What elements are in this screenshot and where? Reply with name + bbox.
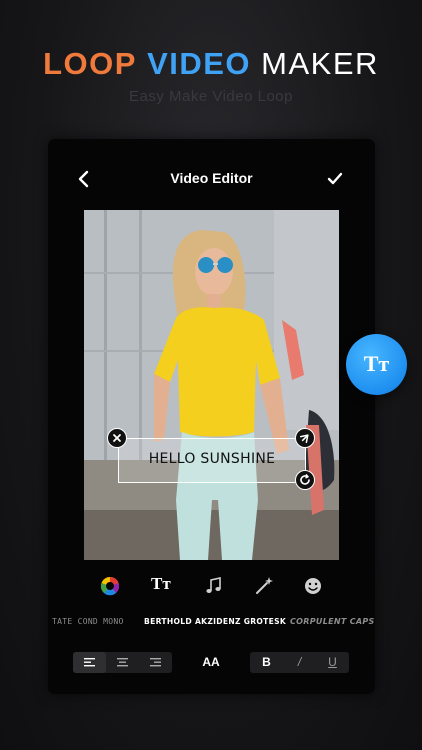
emoji-icon (305, 578, 321, 594)
headline-video: VIDEO (147, 46, 252, 81)
align-center-icon (117, 658, 128, 667)
tool-text[interactable]: Tт (151, 574, 175, 596)
italic-button[interactable]: / (283, 655, 316, 669)
delete-text-handle[interactable] (107, 428, 127, 448)
font-option-selected[interactable]: BERTHOLD AKZIDENZ GROTESK (144, 617, 286, 626)
rotate-text-handle[interactable] (295, 428, 315, 448)
overlay-text: HELLO SUNSHINE (148, 451, 276, 467)
text-overlay-box[interactable]: HELLO SUNSHINE (118, 438, 306, 483)
close-icon (113, 434, 121, 442)
text-tool-fab[interactable]: Tт (346, 334, 407, 395)
music-note-icon (206, 577, 221, 593)
preview-scene (84, 210, 339, 560)
editor-topbar: Video Editor (48, 139, 375, 219)
tool-color[interactable] (99, 575, 121, 597)
tool-music[interactable] (203, 575, 225, 597)
phone-frame: Video Editor HELLO SUNSHINE Tт TATE COND… (48, 139, 375, 694)
font-option[interactable]: TATE COND MONO (52, 617, 124, 626)
font-option[interactable]: CORPULENT CAPS (290, 617, 375, 626)
align-right-icon (150, 658, 161, 667)
checkmark-icon (327, 172, 343, 185)
app-headline: LOOP VIDEO MAKER (0, 44, 422, 84)
headline-loop: LOOP (43, 46, 137, 81)
text-style-group: B / U (250, 652, 349, 673)
text-format-icon: Tт (151, 574, 171, 593)
done-button[interactable] (326, 170, 344, 188)
tool-tabs: Tт (48, 574, 375, 601)
rotate-icon (300, 434, 309, 443)
color-wheel-icon (100, 577, 120, 596)
underline-button[interactable]: U (316, 655, 349, 669)
align-right-button[interactable] (139, 652, 172, 673)
font-list: TATE COND MONO BERTHOLD AKZIDENZ GROTESK… (48, 617, 375, 633)
bold-button[interactable]: B (250, 655, 283, 669)
tool-effects[interactable] (253, 575, 275, 597)
tool-sticker[interactable] (302, 575, 324, 597)
app-subtitle: Easy Make Video Loop (129, 88, 293, 105)
text-size-button[interactable]: AA (193, 655, 229, 669)
alignment-group (73, 652, 172, 673)
refresh-icon (300, 474, 310, 485)
align-left-icon (84, 658, 95, 667)
align-left-button[interactable] (73, 652, 106, 673)
video-preview[interactable]: HELLO SUNSHINE (84, 210, 339, 560)
text-format-icon: Tт (363, 351, 390, 376)
scale-text-handle[interactable] (295, 470, 315, 490)
magic-wand-icon (256, 577, 273, 594)
align-center-button[interactable] (106, 652, 139, 673)
headline-maker: MAKER (261, 46, 379, 81)
